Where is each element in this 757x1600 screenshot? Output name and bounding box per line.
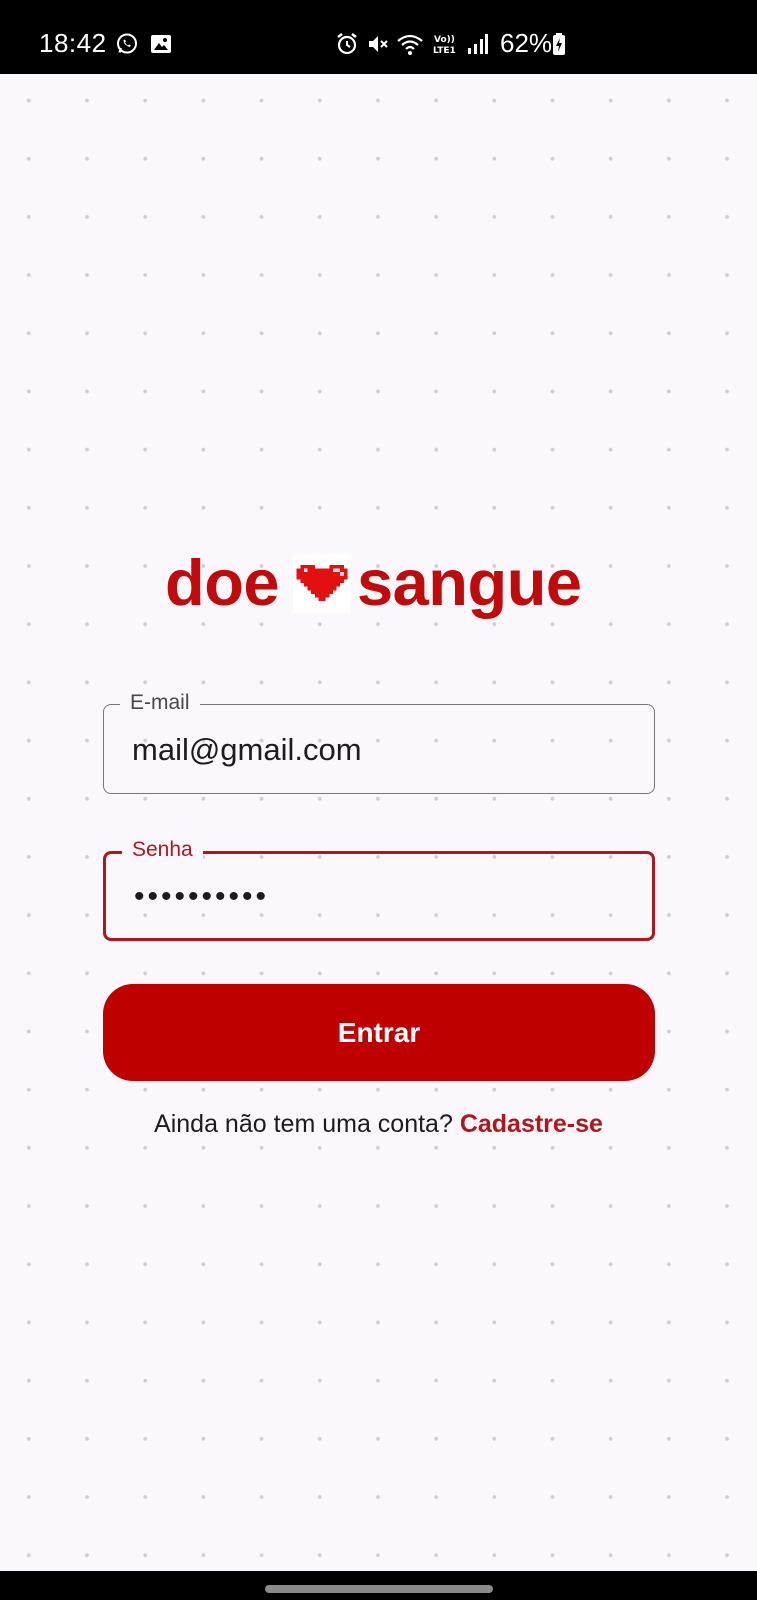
alarm-icon (337, 33, 357, 55)
status-time: 18:42 (39, 28, 107, 58)
svg-text:LTE1: LTE1 (433, 46, 456, 56)
volte-icon: Vo)) LTE1 (433, 35, 456, 56)
wifi-icon (397, 34, 423, 55)
signup-row: Ainda não tem uma conta? Cadastre-se (0, 1110, 757, 1139)
signup-prompt: Ainda não tem uma conta? (154, 1110, 453, 1138)
status-bar: 18:42 Vo)) LTE1 62% (0, 0, 757, 74)
battery-charging-icon (553, 33, 565, 55)
image-icon (151, 35, 171, 53)
mute-icon (369, 36, 388, 52)
signal-icon (468, 34, 488, 54)
login-screen (0, 74, 757, 1571)
svg-text:Vo)): Vo)) (434, 35, 455, 45)
logo-word-doe: doe (165, 546, 280, 619)
email-input[interactable]: mail@gmail.com (132, 732, 362, 768)
email-field-label: E-mail (120, 690, 200, 716)
login-button[interactable]: Entrar (103, 984, 655, 1081)
pixel-heart-icon (293, 553, 351, 613)
whatsapp-icon (117, 33, 137, 54)
home-gesture-handle[interactable] (265, 1585, 493, 1593)
password-field[interactable]: Senha •••••••••• (103, 837, 655, 941)
navigation-bar (0, 1571, 757, 1600)
password-input[interactable]: •••••••••• (134, 880, 269, 914)
signup-link[interactable]: Cadastre-se (460, 1110, 603, 1138)
battery-percent: 62% (500, 28, 553, 58)
logo-word-sangue: sangue (357, 546, 582, 619)
app-logo: doe sangue (165, 545, 595, 620)
password-field-label: Senha (122, 837, 203, 863)
email-field[interactable]: E-mail mail@gmail.com (103, 690, 655, 794)
